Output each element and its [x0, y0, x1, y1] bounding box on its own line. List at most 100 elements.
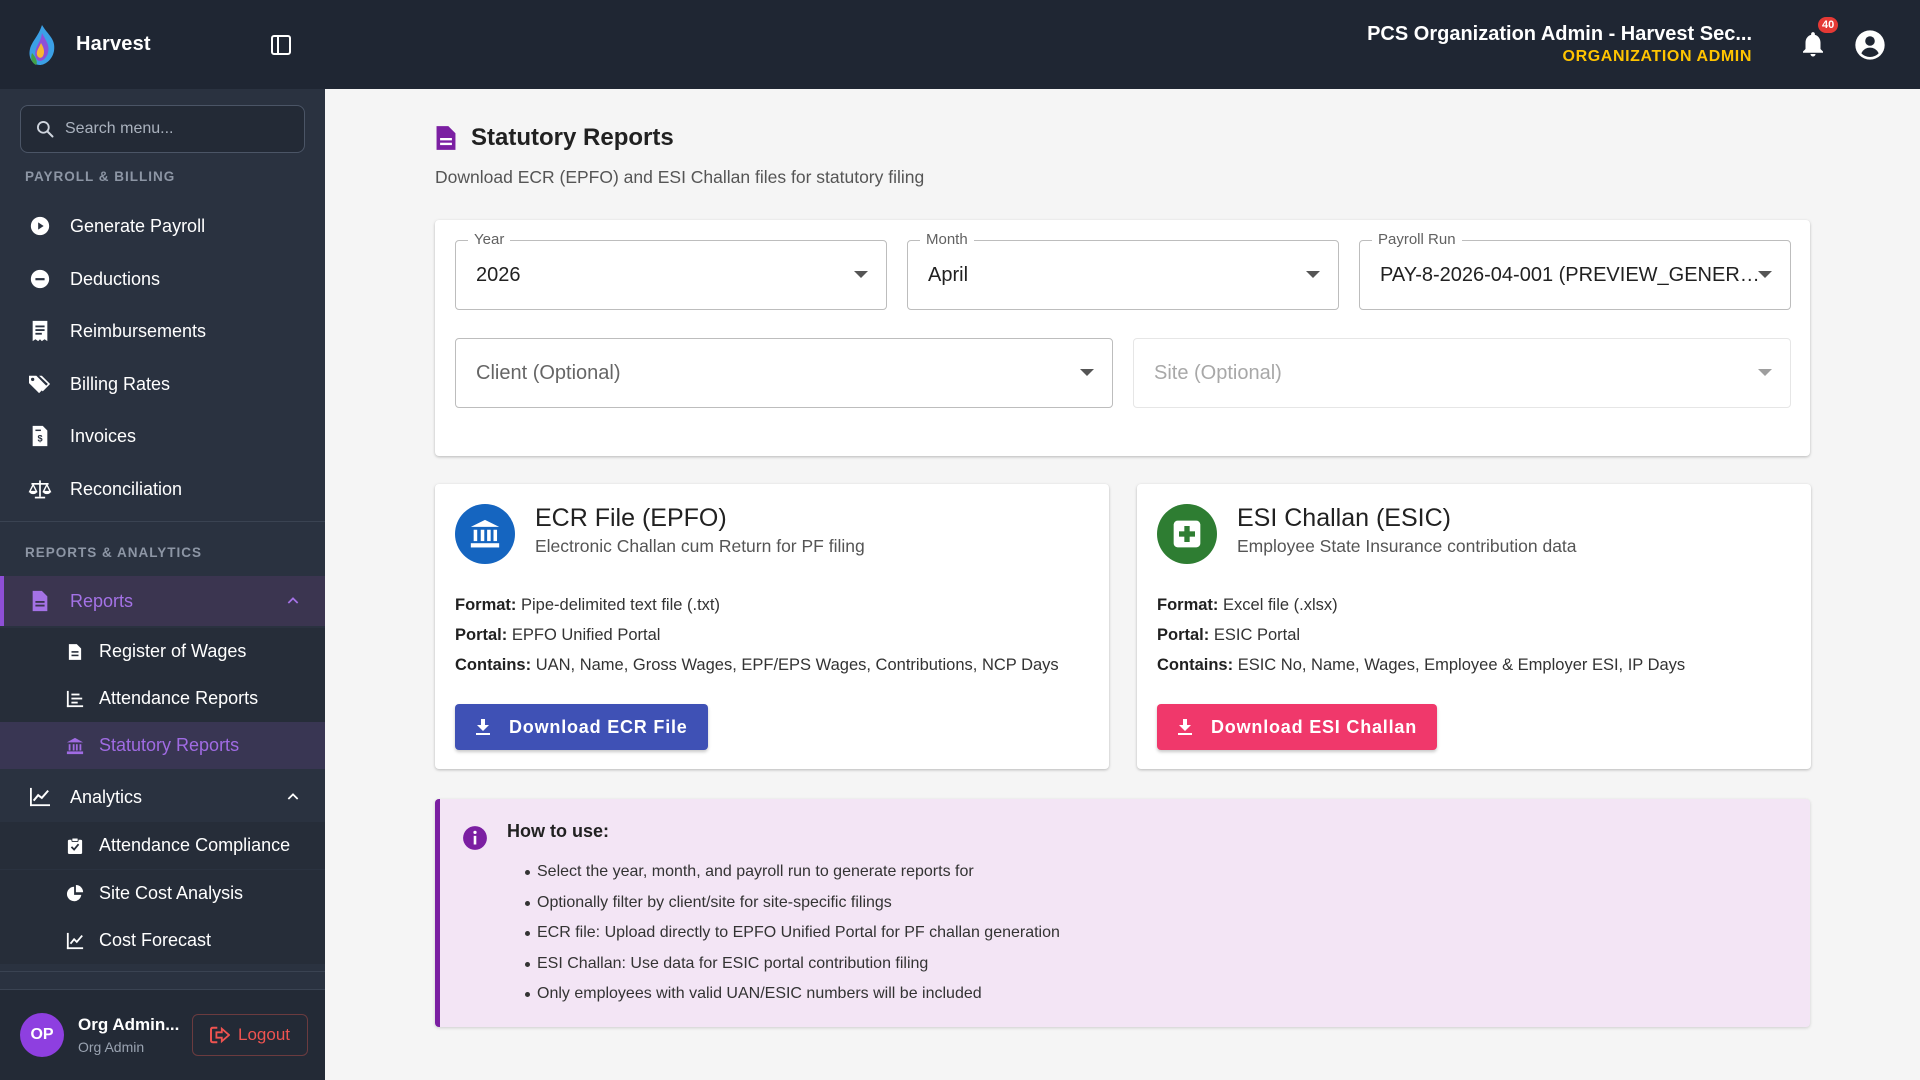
play-circle-icon [28, 214, 52, 238]
sidebar-item-label: Generate Payroll [70, 215, 206, 236]
sidebar-item-deductions[interactable]: Deductions [0, 254, 325, 304]
sidebar-item-billing-rates[interactable]: Billing Rates [0, 359, 325, 409]
how-to-use-title: How to use: [507, 821, 609, 841]
download-esi-label: Download ESI Challan [1211, 716, 1418, 737]
sidebar-subitem-statutory-reports[interactable]: Statutory Reports [0, 722, 325, 769]
sidebar-subitem-site-cost-analysis[interactable]: Site Cost Analysis [0, 870, 325, 917]
section-label-payroll: PAYROLL & BILLING [25, 169, 176, 184]
list-item: ESI Challan: Use data for ESIC portal co… [525, 949, 1060, 980]
download-ecr-label: Download ECR File [509, 716, 688, 737]
pie-chart-icon [65, 884, 85, 904]
org-name: PCS Organization Admin - Harvest Sec... [1367, 23, 1752, 45]
sidebar: PAYROLL & BILLING Generate Payroll Deduc… [0, 89, 325, 1080]
year-label: Year [468, 231, 511, 248]
esi-subtitle: Employee State Insurance contribution da… [1237, 536, 1577, 556]
caret-down-icon [1080, 369, 1094, 376]
clipboard-check-icon [65, 836, 85, 856]
chevron-up-icon [287, 793, 299, 800]
site-placeholder: Site (Optional) [1154, 361, 1282, 384]
caret-down-icon [1758, 271, 1772, 278]
main-content: Statutory Reports Download ECR (EPFO) an… [325, 89, 1920, 1080]
esi-portal: Portal: ESIC Portal [1157, 626, 1301, 644]
list-chart-icon [65, 689, 85, 709]
year-select[interactable]: Year 2026 [455, 231, 887, 310]
sidebar-item-reimbursements[interactable]: Reimbursements [0, 306, 325, 356]
ecr-card: ECR File (EPFO) Electronic Challan cum R… [435, 484, 1109, 769]
sidebar-item-generate-payroll[interactable]: Generate Payroll [0, 201, 325, 251]
ecr-portal: Portal: EPFO Unified Portal [455, 626, 661, 644]
payroll-run-select[interactable]: Payroll Run PAY-8-2026-04-001 (PREVIEW_G… [1359, 231, 1791, 310]
logout-icon [210, 1026, 230, 1044]
page-header: Statutory Reports [435, 124, 674, 152]
user-role: Org Admin [78, 1039, 145, 1055]
top-right: PCS Organization Admin - Harvest Sec... … [1367, 0, 1920, 89]
month-select[interactable]: Month April [907, 231, 1339, 310]
sidebar-subitem-label: Attendance Reports [99, 688, 259, 708]
avatar: OP [20, 1013, 64, 1057]
wage-document-icon [65, 642, 85, 662]
esi-contains: Contains: ESIC No, Name, Wages, Employee… [1157, 656, 1686, 674]
ecr-contains: Contains: UAN, Name, Gross Wages, EPF/EP… [455, 656, 1059, 674]
ecr-subtitle: Electronic Challan cum Return for PF fil… [535, 536, 865, 556]
sidebar-subitem-attendance-reports[interactable]: Attendance Reports [0, 675, 325, 722]
list-item: Optionally filter by client/site for sit… [525, 888, 1060, 919]
document-icon [436, 126, 456, 150]
user-name: Org Admin... [78, 1015, 180, 1034]
site-select: Site (Optional) [1133, 338, 1791, 408]
month-label: Month [920, 231, 974, 248]
bank-icon [65, 736, 85, 756]
account-icon[interactable] [1854, 29, 1886, 61]
sidebar-subitem-attendance-compliance[interactable]: Attendance Compliance [0, 822, 325, 869]
sidebar-item-analytics[interactable]: Analytics [0, 772, 325, 822]
client-placeholder: Client (Optional) [476, 361, 621, 384]
search-input[interactable] [65, 120, 285, 138]
sidebar-item-reconciliation[interactable]: Reconciliation [0, 464, 325, 514]
section-label-reports: REPORTS & ANALYTICS [25, 545, 203, 560]
sidebar-item-reports[interactable]: Reports [0, 576, 325, 626]
info-icon [463, 826, 487, 850]
list-item: Only employees with valid UAN/ESIC numbe… [525, 979, 1060, 1010]
svg-text:$: $ [37, 434, 42, 444]
sidebar-item-label: Deductions [70, 268, 161, 289]
esi-title: ESI Challan (ESIC) [1237, 504, 1451, 532]
sidebar-subitem-register-of-wages[interactable]: Register of Wages [0, 628, 325, 675]
month-value: April [928, 263, 969, 286]
sidebar-item-label: Analytics [70, 786, 143, 807]
sidebar-subitem-label: Cost Forecast [99, 930, 212, 950]
user-info: Org Admin... Org Admin [78, 1015, 182, 1055]
payroll-run-label: Payroll Run [1372, 231, 1462, 248]
harvest-logo-icon [29, 24, 55, 65]
esi-card: ESI Challan (ESIC) Employee State Insura… [1137, 484, 1811, 769]
sidebar-divider [0, 521, 325, 522]
download-icon [476, 719, 490, 735]
logout-label: Logout [238, 1025, 290, 1044]
search-icon [37, 121, 54, 138]
sidebar-item-label: Reports [70, 590, 134, 611]
top-bar: Harvest PCS Organization Admin - Harvest… [0, 0, 1920, 89]
page-subtitle: Download ECR (EPFO) and ESI Challan file… [435, 167, 925, 187]
sidebar-item-label: Invoices [70, 425, 137, 446]
sidebar-subitem-cost-forecast[interactable]: Cost Forecast [0, 917, 325, 964]
page-title: Statutory Reports [471, 124, 674, 151]
caret-down-icon [1758, 369, 1772, 376]
sidebar-toggle-button[interactable] [267, 31, 295, 59]
sidebar-subitem-label: Statutory Reports [99, 735, 240, 755]
chevron-up-icon [287, 597, 299, 604]
sidebar-item-invoices[interactable]: $ Invoices [0, 411, 325, 461]
org-info: PCS Organization Admin - Harvest Sec... … [1367, 23, 1752, 66]
filter-card: Year 2026 Month April Payroll Run PAY-8-… [435, 220, 1810, 456]
scale-icon [28, 477, 52, 501]
client-select[interactable]: Client (Optional) [455, 338, 1113, 408]
line-chart-icon [28, 785, 52, 809]
logout-button[interactable]: Logout [192, 1014, 308, 1056]
bank-icon [455, 504, 515, 564]
download-ecr-button[interactable]: Download ECR File [455, 704, 708, 750]
sidebar-user-footer: OP Org Admin... Org Admin Logout [0, 989, 325, 1080]
notifications-button[interactable]: 40 [1798, 14, 1841, 61]
minus-circle-icon [28, 267, 52, 291]
download-esi-button[interactable]: Download ESI Challan [1157, 704, 1438, 750]
app-name: Harvest [76, 33, 151, 55]
sidebar-item-label: Billing Rates [70, 373, 171, 394]
sidebar-subitem-label: Site Cost Analysis [99, 883, 244, 903]
invoice-icon: $ [28, 424, 52, 448]
